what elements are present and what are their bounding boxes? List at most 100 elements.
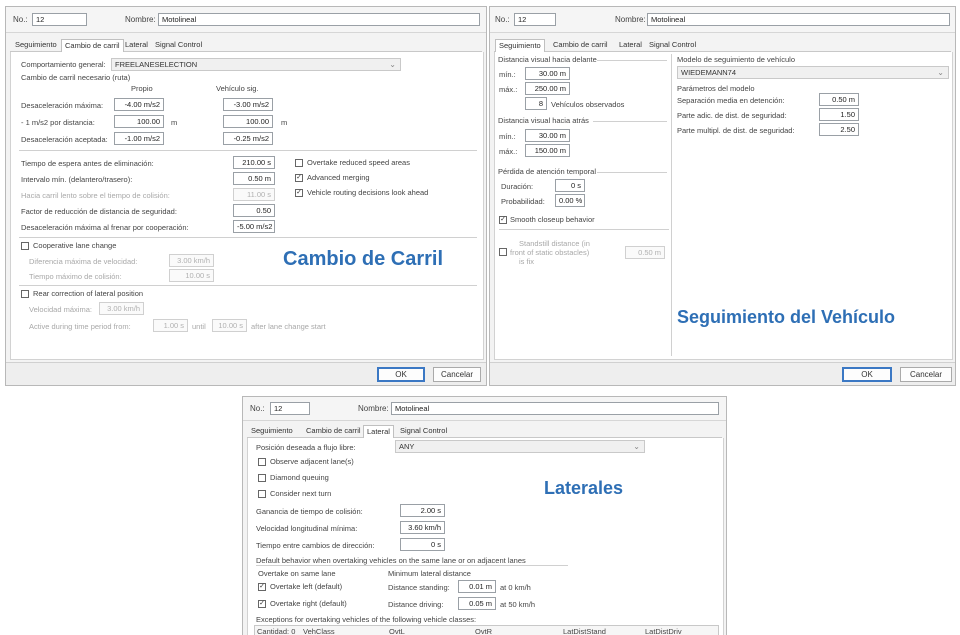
tab-panel: Posición deseada a flujo libre: ANY ⌄ Obs… [247, 438, 724, 635]
probability-input[interactable]: 0.00 % [555, 194, 585, 207]
field-input[interactable]: 3.60 km/h [400, 521, 445, 534]
observed-input[interactable]: 8 [525, 97, 547, 110]
row-propio-input[interactable]: -1.00 m/s2 [114, 132, 164, 145]
dist-driving-input[interactable]: 0.05 m [458, 597, 496, 610]
tab-bar: Seguimiento Cambio de carril Lateral Sig… [247, 425, 722, 438]
ok-button[interactable]: OK [842, 367, 892, 382]
param-input[interactable]: 0.50 [233, 204, 275, 217]
field-label: Velocidad longitudinal mínima: [256, 524, 358, 533]
column-header[interactable]: LatDistStand [563, 627, 606, 635]
active-from-input: 1.00 s [153, 319, 188, 332]
divider [597, 172, 667, 173]
model-param-input[interactable]: 1.50 [819, 108, 859, 121]
duration-input[interactable]: 0 s [555, 179, 585, 192]
diamond-queuing-checkbox[interactable] [258, 474, 266, 482]
caption-seguimiento: Seguimiento del Vehículo [677, 307, 896, 327]
name-input[interactable]: Motolineal [158, 13, 480, 26]
row-propio-input[interactable]: 100.00 [114, 115, 164, 128]
tab-lateral[interactable]: Lateral [122, 39, 151, 52]
row-sig-input[interactable]: -0.25 m/s2 [223, 132, 273, 145]
ahead-max-input[interactable]: 250.00 m [525, 82, 570, 95]
param-input[interactable]: 210.00 s [233, 156, 275, 169]
column-header[interactable]: Cantidad: 0 [257, 627, 295, 635]
no-input[interactable]: 12 [32, 13, 87, 26]
dist-standing-input[interactable]: 0.01 m [458, 580, 496, 593]
tab-cambio-de-carril[interactable]: Cambio de carril [303, 425, 364, 438]
model-title: Modelo de seguimiento de vehículo [677, 55, 795, 64]
divider [19, 150, 477, 151]
column-header[interactable]: VehClass [303, 627, 335, 635]
chevron-down-icon: ⌄ [633, 442, 640, 451]
cooperative-checkbox[interactable] [21, 242, 29, 250]
column-header[interactable]: LatDistDriv [645, 627, 682, 635]
tab-signal-control[interactable]: Signal Control [152, 39, 205, 52]
param-input-disabled: 11.00 s [233, 188, 275, 201]
rear-speed-label: Velocidad máxima: [29, 305, 92, 314]
tab-seguimiento[interactable]: Seguimiento [495, 39, 545, 52]
row-sig-input[interactable]: 100.00 [223, 115, 273, 128]
rear-correction-checkbox[interactable] [21, 290, 29, 298]
standstill-checkbox[interactable] [499, 248, 507, 256]
active-label: Active during time period from: [29, 322, 131, 331]
comportamiento-select[interactable]: FREELANESELECTION ⌄ [111, 58, 401, 71]
field-input[interactable]: 0 s [400, 538, 445, 551]
param-label: Desaceleración máxima al frenar por coop… [21, 223, 189, 232]
row-sig-input[interactable]: -3.00 m/s2 [223, 98, 273, 111]
tab-lateral[interactable]: Lateral [363, 425, 394, 438]
position-select[interactable]: ANY ⌄ [395, 440, 645, 453]
following-dialog: No.: 12 Nombre: Motolineal Seguimiento C… [489, 6, 956, 386]
back-min-input[interactable]: 30.00 m [525, 129, 570, 142]
tab-cambio-de-carril[interactable]: Cambio de carril [550, 39, 611, 52]
column-header[interactable]: OvtR [475, 627, 492, 635]
back-max-input[interactable]: 150.00 m [525, 144, 570, 157]
lateral-dialog: No.: 12 Nombre: Motolineal Seguimiento C… [242, 396, 727, 635]
cancel-button[interactable]: Cancelar [900, 367, 952, 382]
min-lat-title: Minimum lateral distance [388, 569, 471, 578]
model-param-input[interactable]: 2.50 [819, 123, 859, 136]
caption-cambio-de-carril: Cambio de Carril [283, 248, 444, 270]
tab-cambio-de-carril[interactable]: Cambio de carril [61, 39, 124, 52]
unit-label: m [171, 118, 178, 127]
divider [671, 54, 672, 356]
model-param-label: Separación media en detención: [677, 96, 785, 105]
smooth-closeup-checkbox[interactable] [499, 216, 507, 224]
param-input[interactable]: -5.00 m/s2 [233, 220, 275, 233]
ok-button[interactable]: OK [377, 367, 425, 382]
tab-bar: Seguimiento Cambio de carril Lateral Sig… [494, 39, 951, 52]
ahead-min-input[interactable]: 30.00 m [525, 67, 570, 80]
name-input[interactable]: Motolineal [391, 402, 719, 415]
no-input[interactable]: 12 [270, 402, 310, 415]
cancel-button[interactable]: Cancelar [433, 367, 481, 382]
coop-speed-input: 3.00 km/h [169, 254, 214, 267]
rear-correction-label: Rear correction of lateral position [33, 289, 144, 298]
model-select[interactable]: WIEDEMANN74 ⌄ [677, 66, 949, 79]
name-input[interactable]: Motolineal [647, 13, 950, 26]
overtake-reduced-checkbox[interactable] [295, 159, 303, 167]
observe-adjacent-checkbox[interactable] [258, 458, 266, 466]
column-header[interactable]: OvtL [389, 627, 405, 635]
tab-seguimiento[interactable]: Seguimiento [12, 39, 60, 52]
overtake-left-checkbox[interactable] [258, 583, 266, 591]
overtake-right-checkbox[interactable] [258, 600, 266, 608]
min-label: mín.: [499, 70, 516, 79]
param-input[interactable]: 0.50 m [233, 172, 275, 185]
col-propio: Propio [131, 84, 153, 93]
tab-signal-control[interactable]: Signal Control [646, 39, 699, 52]
no-input[interactable]: 12 [514, 13, 556, 26]
consider-next-turn-checkbox[interactable] [258, 490, 266, 498]
row-propio-input[interactable]: -4.00 m/s2 [114, 98, 164, 111]
tab-seguimiento[interactable]: Seguimiento [248, 425, 296, 438]
comportamiento-label: Comportamiento general: [21, 60, 106, 69]
tab-signal-control[interactable]: Signal Control [397, 425, 450, 438]
standstill-label: is fix [519, 257, 534, 266]
field-input[interactable]: 2.00 s [400, 504, 445, 517]
divider [593, 121, 667, 122]
check-label: Observe adjacent lane(s) [270, 457, 354, 466]
param-label: Intervalo mín. (delantero/trasero): [21, 175, 133, 184]
model-param-label: Parte adic. de dist. de seguridad: [677, 111, 787, 120]
model-param-input[interactable]: 0.50 m [819, 93, 859, 106]
advanced-merging-checkbox[interactable] [295, 174, 303, 182]
routing-lookahead-checkbox[interactable] [295, 189, 303, 197]
tab-lateral[interactable]: Lateral [616, 39, 645, 52]
coop-time-label: Tiempo máximo de colisión: [29, 272, 122, 281]
